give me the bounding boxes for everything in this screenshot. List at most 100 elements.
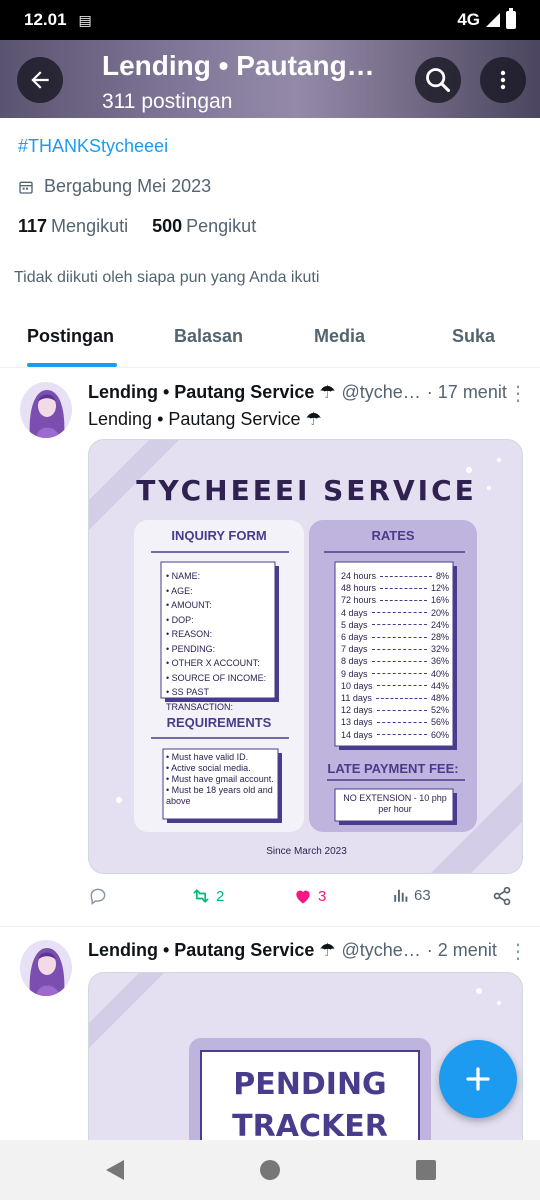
follow-stats: 117 Mengikuti 500 Pengikut xyxy=(18,216,256,237)
rate-row: 7 days 32% xyxy=(341,643,449,655)
inquiry-field: • NAME: xyxy=(166,571,201,581)
reply-button[interactable] xyxy=(88,886,112,906)
calendar-icon xyxy=(19,181,33,194)
rate-value: 32% xyxy=(430,644,449,655)
rate-value: 36% xyxy=(430,656,449,667)
rate-value: 48% xyxy=(430,693,449,704)
rate-row: 11 days 48% xyxy=(341,692,449,704)
joined-date: Bergabung Mei 2023 xyxy=(18,176,211,197)
rate-leader xyxy=(376,722,427,724)
rate-term: 10 days xyxy=(341,680,373,691)
followers-link[interactable]: 500 Pengikut xyxy=(152,216,256,237)
back-button[interactable] xyxy=(17,57,63,103)
since-text: Since March 2023 xyxy=(266,846,347,857)
requirement-item: • Must have gmail account. xyxy=(166,774,274,784)
system-nav-bar xyxy=(0,1140,540,1200)
heart-icon xyxy=(296,890,310,904)
requirement-item: • Must have valid ID. xyxy=(166,752,249,762)
rates-title: RATES xyxy=(371,528,415,543)
status-right: 4G xyxy=(457,8,516,30)
signal-icon xyxy=(486,13,500,27)
profile-tabs: Postingan Balasan Media Suka xyxy=(0,310,540,368)
post-header: Lending • Pautang Service ☂ @tyche… · 17… xyxy=(88,382,507,403)
rate-row: 5 days 24% xyxy=(341,619,449,631)
views-button[interactable]: 63 xyxy=(392,886,431,904)
status-bar: 12.01 ▤ 4G xyxy=(0,0,540,40)
post-author-name[interactable]: Lending • Pautang Service ☂ xyxy=(88,940,336,961)
rate-leader xyxy=(371,636,427,638)
following-link[interactable]: 117 Mengikuti xyxy=(18,216,128,237)
post-time[interactable]: · 17 menit xyxy=(427,382,507,403)
retweet-count: 2 xyxy=(216,887,225,905)
requirements-title: REQUIREMENTS xyxy=(166,715,272,730)
post-time[interactable]: · 2 menit xyxy=(427,940,497,961)
tab-likes[interactable]: Suka xyxy=(452,326,495,347)
tab-posts[interactable]: Postingan xyxy=(27,326,114,347)
compose-post-button[interactable] xyxy=(439,1040,517,1118)
inquiry-title: INQUIRY FORM xyxy=(171,528,267,543)
rate-term: 9 days xyxy=(341,668,368,679)
inquiry-field: • AMOUNT: xyxy=(166,600,212,610)
rate-leader xyxy=(375,697,427,699)
post-more-icon[interactable]: ⋮ xyxy=(508,384,528,404)
rate-value: 28% xyxy=(430,632,449,643)
rate-value: 40% xyxy=(430,668,449,679)
rate-term: 72 hours xyxy=(341,595,377,606)
header-subtitle: 311 postingan xyxy=(102,90,233,113)
rate-row: 9 days 40% xyxy=(341,668,449,680)
rate-leader xyxy=(371,673,427,675)
retweet-button[interactable]: 2 xyxy=(190,886,224,906)
back-arrow-icon xyxy=(31,71,49,89)
late-fee-title: LATE PAYMENT FEE: xyxy=(327,761,459,776)
nav-back-icon[interactable] xyxy=(104,1158,126,1182)
plus-icon xyxy=(466,1067,490,1091)
post-avatar[interactable] xyxy=(20,940,72,996)
post-author-name[interactable]: Lending • Pautang Service ☂ xyxy=(88,382,336,403)
rate-term: 14 days xyxy=(341,729,373,740)
like-button[interactable]: 3 xyxy=(292,886,326,906)
inquiry-field: • PENDING: xyxy=(166,643,216,654)
nav-home-icon[interactable] xyxy=(259,1159,281,1181)
rate-leader xyxy=(371,661,427,663)
search-icon xyxy=(426,68,451,93)
sim-icon: ▤ xyxy=(78,11,92,28)
views-count: 63 xyxy=(414,886,431,904)
rate-leader xyxy=(371,648,427,650)
rate-term: 11 days xyxy=(341,693,372,704)
rate-row: 24 hours 8% xyxy=(341,570,449,582)
avatar-image xyxy=(20,382,72,438)
late-fee-text: NO EXTENSION - 10 php per hour xyxy=(343,793,447,814)
post-header: Lending • Pautang Service ☂ @tyche… · 2 … xyxy=(88,940,497,961)
post-author-handle[interactable]: @tyche… xyxy=(342,382,421,403)
followers-count: 500 xyxy=(152,216,183,236)
post-text: Lending • Pautang Service ☂ xyxy=(88,409,322,429)
requirement-item: • Must be 18 years old and above xyxy=(166,785,273,806)
share-icon xyxy=(493,886,511,906)
rate-term: 4 days xyxy=(341,607,368,618)
rate-row: 8 days 36% xyxy=(341,655,449,667)
rate-leader xyxy=(376,709,427,711)
more-options-button[interactable] xyxy=(480,57,526,103)
inquiry-list: • NAME: • AGE: • AMOUNT: • DOP: • REASON: • P… xyxy=(166,569,274,714)
post-media-image[interactable]: TYCHEEEI SERVICE INQUIRY FORM • NAME: • A… xyxy=(88,439,523,874)
post-author-handle[interactable]: @tyche… xyxy=(342,940,421,961)
tracker-line1: PENDING xyxy=(233,1067,387,1102)
tracker-line2: TRACKER xyxy=(232,1109,388,1144)
like-count: 3 xyxy=(318,887,327,905)
post-more-icon[interactable]: ⋮ xyxy=(508,942,528,962)
inquiry-field: • OTHER X ACCOUNT: xyxy=(166,658,260,668)
search-button[interactable] xyxy=(415,57,461,103)
post-avatar[interactable] xyxy=(20,382,72,438)
requirements-list: • Must have valid ID. • Active social med… xyxy=(166,752,276,807)
inquiry-field: • AGE: xyxy=(166,585,193,596)
share-button[interactable] xyxy=(492,886,512,906)
status-time: 12.01 xyxy=(24,10,67,29)
bio-hashtag-link[interactable]: #THANKStycheeei xyxy=(18,136,168,157)
rate-value: 12% xyxy=(430,583,449,594)
inquiry-field: • SS PAST TRANSACTION: xyxy=(166,687,234,712)
inquiry-field: • REASON: xyxy=(166,629,213,639)
battery-icon xyxy=(506,8,516,29)
tab-replies[interactable]: Balasan xyxy=(174,326,243,347)
nav-recents-icon[interactable] xyxy=(415,1159,437,1181)
tab-media[interactable]: Media xyxy=(314,326,365,347)
